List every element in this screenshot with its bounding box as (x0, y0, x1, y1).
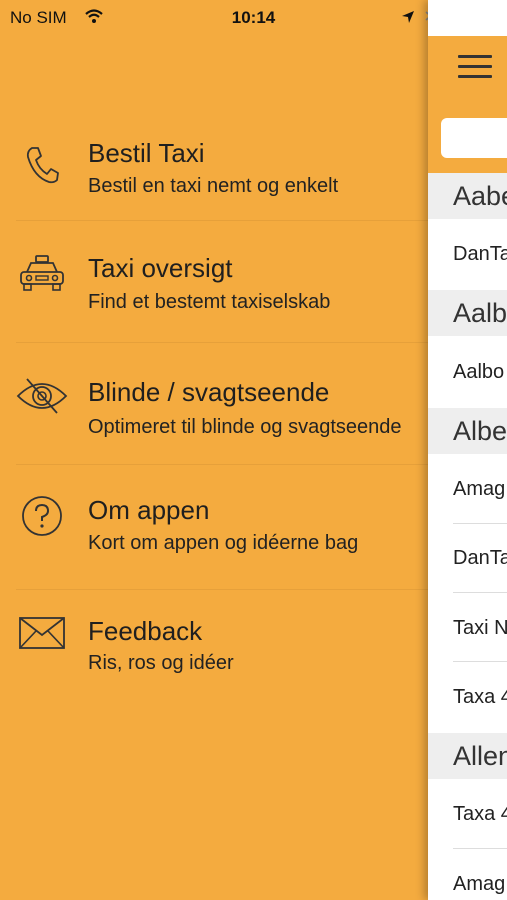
divider (453, 848, 507, 849)
menu-item-subtitle: Find et bestemt taxiselskab (88, 291, 331, 313)
taxi-icon (14, 251, 70, 297)
location-arrow-icon (401, 9, 415, 29)
menu-item-title: Feedback (88, 616, 203, 646)
menu-item-title: Om appen (88, 495, 210, 525)
section-header: Aabe (428, 173, 507, 219)
divider (453, 661, 507, 662)
menu-item-blinde[interactable]: Blinde / svagtseende Optimeret til blind… (0, 343, 430, 464)
hamburger-menu-icon[interactable] (458, 55, 492, 85)
menu-item-feedback[interactable]: Feedback Ris, ros og idéer (0, 590, 430, 700)
menu-item-taxi-oversigt[interactable]: Taxi oversigt Find et bestemt taxiselska… (0, 221, 430, 342)
list-item[interactable]: Taxa 4 (428, 803, 507, 826)
divider (453, 523, 507, 524)
menu-item-subtitle: Optimeret til blinde og svagtseende (88, 416, 402, 438)
list-item[interactable]: DanTa (428, 243, 507, 266)
menu-item-title: Blinde / svagtseende (88, 377, 330, 407)
menu-item-title: Taxi oversigt (88, 253, 233, 283)
section-header: Aalb (428, 290, 507, 336)
section-header: Albe (428, 408, 507, 454)
divider (453, 592, 507, 593)
menu-item-om-appen[interactable]: Om appen Kort om appen og idéerne bag (0, 465, 430, 589)
question-icon (14, 493, 70, 539)
menu-item-subtitle: Kort om appen og idéerne bag (88, 532, 359, 554)
list-item[interactable]: Taxa 4 (428, 686, 507, 709)
list-item[interactable]: Amag (428, 873, 507, 896)
list-item[interactable]: DanTa (428, 547, 507, 570)
envelope-icon (14, 610, 70, 656)
menu-item-title: Bestil Taxi (88, 138, 205, 168)
menu-item-subtitle: Ris, ros og idéer (88, 652, 234, 674)
list-item[interactable]: Taxi N (428, 617, 507, 640)
search-field[interactable] (441, 118, 507, 158)
list-item[interactable]: Amag (428, 478, 507, 501)
menu-item-bestil-taxi[interactable]: Bestil Taxi Bestil en taxi nemt og enkel… (0, 120, 430, 220)
menu-item-subtitle: Bestil en taxi nemt og enkelt (88, 175, 339, 197)
eye-slash-icon (14, 373, 70, 419)
section-header: Allen (428, 733, 507, 779)
list-item[interactable]: Aalbo (428, 361, 507, 384)
phone-icon (14, 142, 70, 188)
main-content-panel[interactable]: Aabe DanTa Aalb Aalbo Albe Amag DanTa Ta… (428, 0, 507, 900)
